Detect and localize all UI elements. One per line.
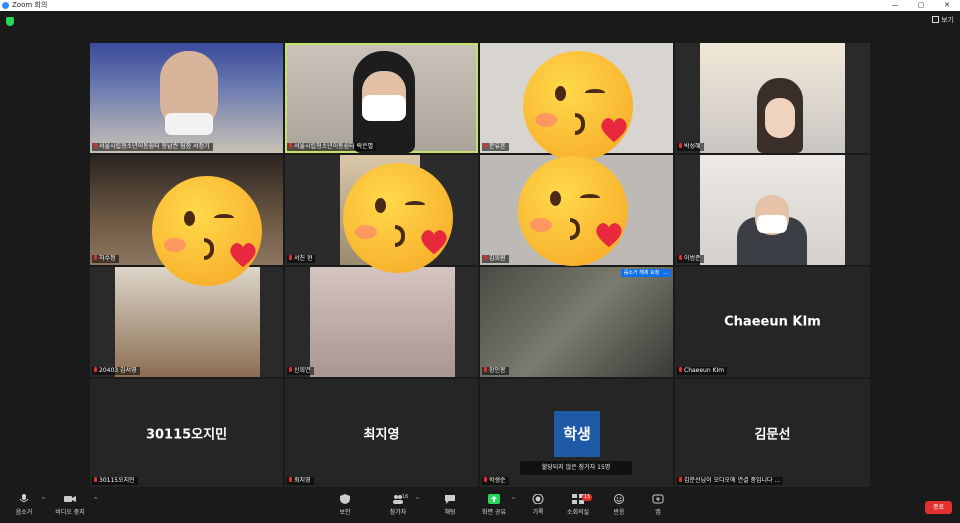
kiss-emoji-sticker [152, 176, 262, 286]
reactions-button[interactable]: 반응 [599, 494, 639, 516]
meeting-toolbar: 음소거 ^ 비디오 중지 ^ 보안 16 참가자 ^ 채팅 화면 공유 ^ 기록 15 … [0, 490, 960, 523]
participant-name: 서울시립청소년이동쉼터 동남권 팀장 서정기 [92, 143, 213, 151]
video-tile-no-video[interactable]: 30115오지민 30115오지민 [90, 379, 283, 487]
kiss-emoji-sticker [523, 51, 633, 161]
meeting-topbar: 보기 [0, 11, 960, 31]
breakout-badge: 15 [582, 494, 593, 501]
video-tile-no-video[interactable]: 김문선 김문선님이 오디오에 연결 중입니다 ... [675, 379, 870, 487]
mask [757, 215, 787, 233]
security-button[interactable]: 보안 [325, 494, 365, 516]
window-titlebar: Zoom 회의 — ▢ ✕ [0, 0, 960, 11]
participant-name: 20403 김서영 [92, 367, 140, 375]
video-options-caret[interactable]: ^ [93, 497, 98, 504]
share-options-caret[interactable]: ^ [511, 497, 516, 504]
mic-muted-icon [679, 143, 682, 148]
chat-icon [445, 495, 455, 504]
participant-name: 김문선님이 오디오에 연결 중입니다 ... [677, 477, 784, 485]
zoom-app-icon [2, 2, 9, 9]
mask [362, 95, 406, 121]
share-screen-button[interactable]: 화면 공유 ^ [474, 494, 516, 516]
participants-options-caret[interactable]: ^ [415, 497, 420, 504]
minimize-button[interactable]: — [888, 0, 902, 11]
mute-button[interactable]: 음소거 ^ [4, 494, 46, 516]
video-tile-no-video[interactable]: 최지영 최지영 [285, 379, 478, 487]
maximize-button[interactable]: ▢ [914, 0, 928, 11]
kiss-emoji-sticker [343, 163, 453, 273]
mic-muted-icon [289, 477, 292, 482]
participants-button[interactable]: 16 참가자 ^ [378, 494, 420, 516]
unassigned-participants-tooltip: 할당되지 않은 참가자 15명 [520, 461, 632, 475]
shield-icon [340, 494, 350, 504]
participant-name: 학생순 [482, 477, 509, 485]
view-label: 보기 [941, 16, 954, 24]
participant-name: 허수정 [92, 255, 119, 263]
end-meeting-button[interactable]: 종료 [924, 501, 952, 514]
participant-display-name: 30115오지민 [145, 427, 228, 443]
microphone-icon [19, 494, 29, 502]
video-feed [310, 267, 455, 377]
window-title: Zoom 회의 [12, 1, 48, 9]
participant-display-name: Chaeeun KIm [724, 314, 821, 330]
close-button[interactable]: ✕ [940, 0, 954, 11]
face [765, 98, 795, 138]
participant-name: 문유흔 [482, 143, 509, 151]
mask [165, 113, 213, 135]
video-tile-avatar[interactable]: 학생 할당되지 않은 참가자 15명 학생순 [480, 379, 673, 487]
participant-name: Chaeeun KIm [677, 367, 728, 375]
smiley-icon [614, 494, 624, 504]
participant-display-name: 최지영 [363, 427, 400, 443]
mic-muted-icon [94, 143, 97, 148]
participant-name: 신희연 [287, 367, 314, 375]
grid-icon [932, 16, 940, 23]
participant-name: 서진 현 [287, 255, 316, 263]
mic-muted-icon [679, 255, 682, 260]
mic-muted-icon [289, 367, 292, 372]
mic-muted-icon [679, 477, 682, 482]
record-button[interactable]: 기록 [518, 494, 558, 516]
participant-name: 30115오지민 [92, 477, 138, 485]
apps-icon [652, 494, 664, 504]
video-tile-active-speaker[interactable]: 서울시립청소년이동쉼터 락은별 [285, 43, 478, 153]
participant-name: 김희원 [482, 255, 509, 263]
view-button[interactable]: 보기 [932, 15, 954, 25]
mic-muted-icon [484, 477, 487, 482]
record-icon [532, 494, 544, 504]
mic-muted-icon [94, 255, 97, 260]
video-tile[interactable]: 20403 김서영 [90, 267, 283, 377]
mic-muted-icon [484, 143, 487, 148]
video-tile[interactable]: 박성혜 [675, 43, 870, 153]
mic-muted-icon [484, 255, 487, 260]
participant-display-name: 김문선 [754, 427, 791, 443]
participant-name: 이범준 [677, 255, 704, 263]
video-tile[interactable]: 음소거 해제 요청... 장인봉 [480, 267, 673, 377]
mic-muted-icon [289, 255, 292, 260]
stop-video-button[interactable]: 비디오 중지 ^ [44, 494, 98, 516]
participant-name: 최지영 [287, 477, 314, 485]
video-tile[interactable]: 서울시립청소년이동쉼터 동남권 팀장 서정기 [90, 43, 283, 153]
shield-icon[interactable] [6, 17, 14, 26]
share-screen-icon [488, 494, 500, 504]
video-feed [115, 267, 260, 377]
gallery-grid: 서울시립청소년이동쉼터 동남권 팀장 서정기 서울시립청소년이동쉼터 락은별 문… [90, 43, 870, 487]
video-camera-icon [64, 496, 76, 502]
video-tile[interactable]: 신희연 [285, 267, 478, 377]
mic-muted-icon [484, 367, 487, 372]
more-options-button[interactable]: ... [663, 270, 668, 276]
chat-button[interactable]: 채팅 [430, 494, 470, 516]
participant-name: 장인봉 [482, 367, 509, 375]
participant-name: 서울시립청소년이동쉼터 락은별 [287, 143, 377, 151]
mic-muted-icon [94, 477, 97, 482]
mic-muted-icon [679, 367, 682, 372]
video-tile[interactable]: 이범준 [675, 155, 870, 265]
unmute-request-tag[interactable]: 음소거 해제 요청... [620, 269, 671, 277]
apps-button[interactable]: 앱 [638, 494, 678, 516]
participant-count: 16 [402, 494, 409, 500]
mic-muted-icon [289, 143, 292, 148]
video-tile-no-video[interactable]: Chaeeun KIm Chaeeun KIm [675, 267, 870, 377]
breakout-rooms-button[interactable]: 15 소회의실 [558, 494, 598, 516]
profile-picture: 학생 [554, 411, 600, 457]
participant-name: 박성혜 [677, 143, 704, 151]
kiss-emoji-sticker [518, 156, 628, 266]
mic-muted-icon [94, 367, 97, 372]
